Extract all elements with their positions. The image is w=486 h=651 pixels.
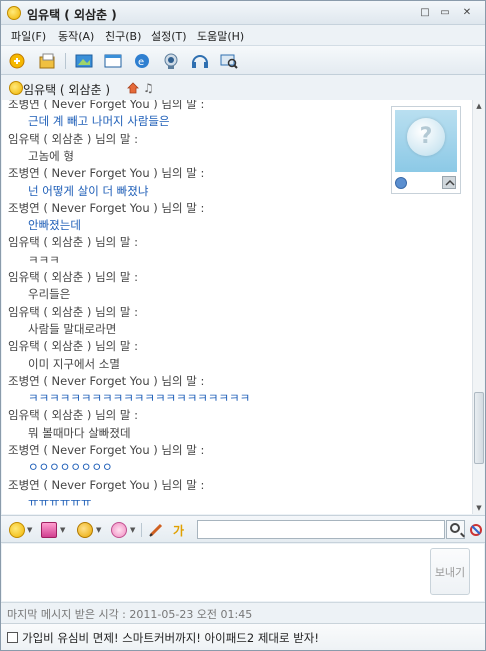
spellcheck-icon[interactable] — [470, 522, 482, 538]
status-bar: 마지막 메시지 받은 시각 : 2011-05-23 오전 01:45 — [1, 602, 485, 622]
svg-text:가: 가 — [173, 523, 184, 538]
menu-bar: 파일(F) 동작(A) 친구(B) 설정(T) 도움말(H) — [1, 25, 485, 45]
chat-scrollbar[interactable]: ▲ ▼ — [472, 100, 484, 514]
search-button[interactable] — [446, 520, 465, 539]
emoticon-icon — [9, 81, 23, 95]
message-sender: 임유택 ( 외삼춘 ) 님의 말 : — [8, 408, 138, 423]
window-icon[interactable] — [102, 51, 124, 71]
message-sender: 임유택 ( 외삼춘 ) 님의 말 : — [8, 304, 138, 319]
toolbar-separator — [65, 53, 66, 69]
title-bar[interactable]: 임유택 ( 외삼춘 ) □ ▭ ✕ — [1, 1, 485, 25]
scroll-up-icon[interactable]: ▲ — [473, 100, 484, 112]
chevron-down-icon[interactable]: ▼ — [130, 526, 135, 534]
message-text: ㅋㅋㅋ — [28, 252, 60, 267]
music-icon[interactable]: ♫ — [143, 81, 154, 95]
question-bubble-icon: ? — [407, 118, 445, 156]
avatar-collapse-icon[interactable] — [442, 176, 456, 189]
last-message-time: 마지막 메시지 받은 시각 : 2011-05-23 오전 01:45 — [7, 608, 253, 621]
character-icon[interactable] — [77, 522, 93, 538]
message-text: 안빠졌는데 — [28, 218, 81, 233]
menu-friends[interactable]: 친구(B) — [105, 28, 141, 44]
message-text: 근데 계 빼고 나머지 사람들은 — [28, 114, 170, 129]
message-text: ㅠㅠㅠㅠㅠㅠ — [28, 494, 92, 509]
format-toolbar: ▼ ▼ ▼ ▼ 가 — [1, 515, 485, 543]
message-sender: 조병연 ( Never Forget You ) 님의 말 : — [8, 200, 205, 215]
send-file-icon[interactable] — [37, 51, 59, 71]
chevron-down-icon[interactable]: ▼ — [60, 526, 65, 534]
message-sender: 조병연 ( Never Forget You ) 님의 말 : — [8, 100, 205, 111]
message-text: 고놈에 형 — [28, 148, 74, 163]
restore-button[interactable]: □ — [419, 7, 431, 19]
contact-bar: 임유택 ( 외삼춘 ) ♫ — [1, 76, 485, 100]
avatar-info-icon[interactable] — [395, 177, 407, 189]
message-text: 넌 어떻게 살이 더 빠졌냐 — [28, 183, 149, 198]
message-sender: 조병연 ( Never Forget You ) 님의 말 : — [8, 477, 205, 492]
message-sender: 임유택 ( 외삼춘 ) 님의 말 : — [8, 339, 138, 354]
headset-icon[interactable] — [189, 51, 211, 71]
ad-icon — [7, 632, 18, 643]
ad-text[interactable]: 가입비 유심비 면제! 스마트커버까지! 아이패드2 제대로 받자! — [22, 630, 319, 646]
scroll-thumb[interactable] — [474, 392, 484, 464]
message-text: 이미 지구에서 소멸 — [28, 356, 120, 371]
avatar: ? — [395, 110, 457, 172]
message-text: ㅇㅇㅇㅇㅇㅇㅇㅇ — [28, 460, 113, 475]
message-sender: 조병연 ( Never Forget You ) 님의 말 : — [8, 166, 205, 181]
webcam-icon[interactable] — [160, 51, 182, 71]
message-input[interactable]: 보내기 — [2, 544, 484, 601]
chat-window: 임유택 ( 외삼춘 ) □ ▭ ✕ 파일(F) 동작(A) 친구(B) 설정(T… — [0, 0, 486, 651]
close-button[interactable]: ✕ — [461, 7, 473, 19]
contact-name[interactable]: 임유택 ( 외삼춘 ) — [23, 81, 110, 98]
font-icon[interactable]: 가 — [172, 522, 188, 538]
svg-text:e: e — [138, 57, 144, 68]
ie-icon[interactable]: e — [131, 51, 153, 71]
send-button[interactable]: 보내기 — [430, 548, 470, 595]
message-sender: 조병연 ( Never Forget You ) 님의 말 : — [8, 443, 205, 457]
contact-avatar[interactable]: ? — [391, 106, 461, 194]
menu-settings[interactable]: 설정(T) — [151, 28, 187, 44]
app-emoticon-icon — [7, 6, 21, 20]
add-friend-icon[interactable] — [7, 51, 29, 71]
chat-history: 조병연 ( Never Forget You ) 님의 말 : 근데 계 빼고 나… — [2, 100, 484, 514]
main-toolbar: e — [1, 45, 485, 75]
window-title: 임유택 ( 외삼춘 ) — [27, 8, 117, 22]
toolbar-separator — [141, 523, 142, 537]
pen-icon[interactable] — [148, 522, 164, 538]
chevron-down-icon[interactable]: ▼ — [96, 526, 101, 534]
message-text: ㅋㅋㅋㅋㅋㅋㅋㅋㅋㅋㅋㅋㅋㅋㅋㅋㅋㅋㅋㅋㅋ — [28, 391, 251, 406]
home-icon[interactable] — [127, 82, 139, 94]
share-screen-icon[interactable] — [73, 51, 95, 71]
flower-icon[interactable] — [111, 522, 127, 538]
search-icon — [450, 523, 460, 533]
minimize-button[interactable]: ▭ — [439, 7, 451, 19]
nudge-icon[interactable] — [41, 522, 57, 538]
emoticon-icon[interactable] — [9, 522, 25, 538]
message-sender: 임유택 ( 외삼춘 ) 님의 말 : — [8, 235, 138, 250]
search-input[interactable] — [197, 520, 445, 539]
message-sender: 조병연 ( Never Forget You ) 님의 말 : — [8, 373, 205, 388]
message-text: 사람들 말대로라면 — [28, 321, 117, 336]
message-sender: 임유택 ( 외삼춘 ) 님의 말 : — [8, 131, 138, 146]
message-text: 뭐 볼때마다 살빠졌데 — [28, 425, 131, 440]
search-display-icon[interactable] — [218, 51, 240, 71]
message-text: 우리들은 — [28, 287, 71, 302]
message-sender: 임유택 ( 외삼춘 ) 님의 말 : — [8, 270, 138, 284]
ad-banner[interactable]: 가입비 유심비 면제! 스마트커버까지! 아이패드2 제대로 받자! — [1, 623, 485, 650]
menu-action[interactable]: 동작(A) — [58, 28, 94, 44]
chevron-down-icon[interactable]: ▼ — [27, 526, 32, 534]
menu-file[interactable]: 파일(F) — [11, 28, 46, 44]
menu-help[interactable]: 도움말(H) — [197, 28, 244, 44]
scroll-down-icon[interactable]: ▼ — [473, 502, 484, 514]
